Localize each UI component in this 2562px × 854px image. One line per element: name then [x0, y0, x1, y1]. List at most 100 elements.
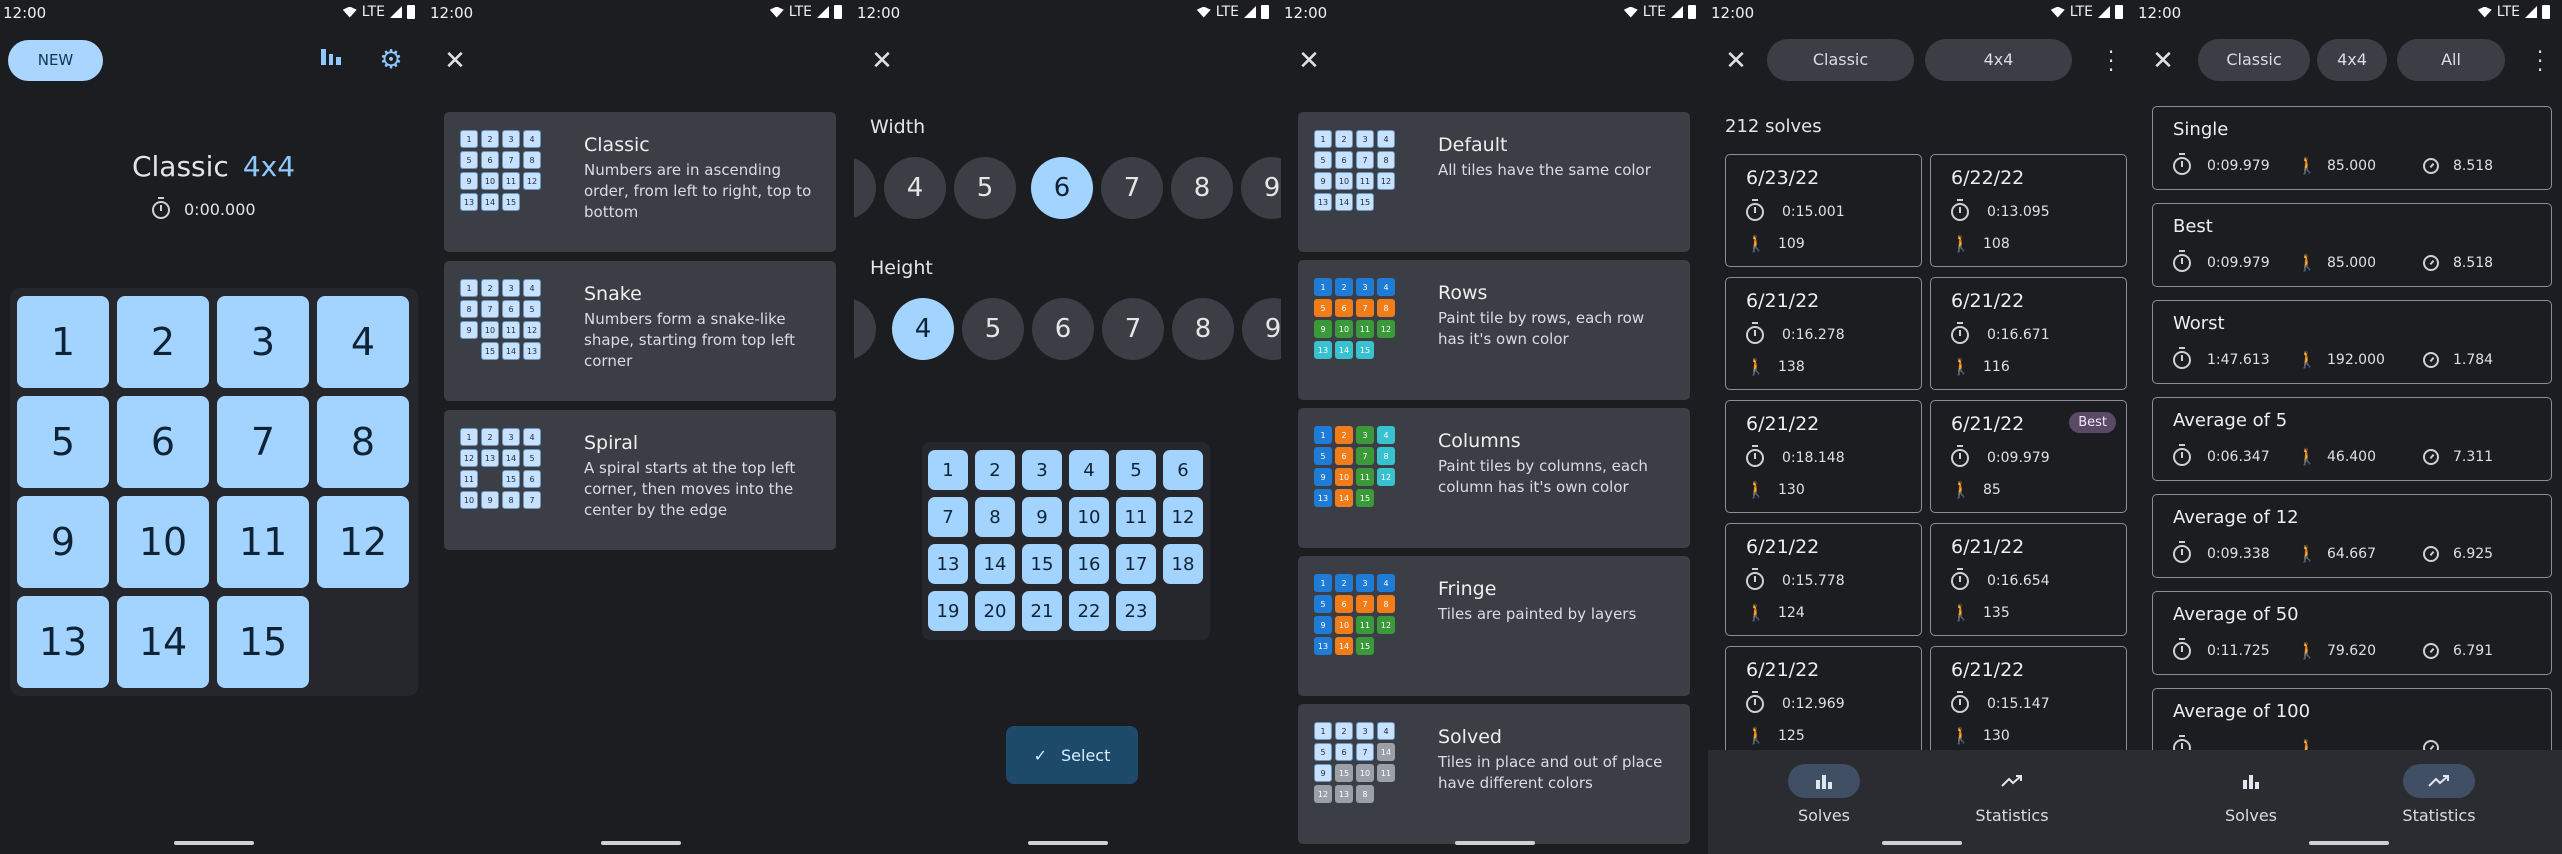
- tile[interactable]: 11: [217, 496, 309, 588]
- solve-card[interactable]: 6/22/22 0:13.095 🚶 108: [1930, 154, 2127, 267]
- stopwatch-icon: [1951, 322, 1969, 344]
- preview-tile: 6: [1163, 450, 1203, 490]
- width-option[interactable]: 9: [1241, 157, 1281, 219]
- mode-description: A spiral starts at the top left corner, …: [584, 459, 796, 519]
- width-option[interactable]: 8: [1171, 157, 1233, 219]
- solve-card[interactable]: 6/21/22 0:16.654 🚶 135: [1930, 523, 2127, 636]
- close-icon[interactable]: ✕: [1295, 48, 1323, 76]
- more-options-icon[interactable]: · · ·: [2535, 42, 2545, 80]
- tile[interactable]: 8: [317, 396, 409, 488]
- signal-icon: [817, 6, 829, 18]
- nav-statistics[interactable]: Statistics: [2379, 764, 2499, 825]
- nav-solves[interactable]: Solves: [1764, 764, 1884, 825]
- stat-card: Average of 50 0:11.725 🚶 79.620 6.791: [2152, 591, 2552, 675]
- tile[interactable]: 6: [117, 396, 209, 488]
- tile[interactable]: 15: [217, 596, 309, 688]
- mode-card-spiral[interactable]: 1 2 3 4 12 13 14 5 11 15 6 10 9 8 7 Spiral A spiral st…: [444, 410, 836, 550]
- height-option[interactable]: 8: [1172, 298, 1234, 360]
- walking-icon: 🚶: [1951, 603, 1971, 622]
- scheme-name: Solved: [1438, 726, 1502, 748]
- solves-screen: 12:00 LTE ✕ Classic 4x4 · · · 212 solves 6…: [1708, 0, 2135, 854]
- tile[interactable]: 3: [217, 296, 309, 388]
- mode-card-classic[interactable]: 1 2 3 4 5 6 7 8 9 10 11 12 13 14 15 Classic Numbers ar…: [444, 112, 836, 252]
- solve-moves-row: 🚶 109: [1746, 235, 1805, 253]
- width-option[interactable]: 5: [954, 157, 1016, 219]
- mode-name: Spiral: [584, 432, 639, 454]
- close-icon[interactable]: ✕: [441, 48, 469, 76]
- color-scheme-card-rows[interactable]: 1 2 3 4 5 6 7 8 9 10 11 12 13 14 15 Rows Paint tile by r…: [1298, 260, 1690, 400]
- solve-card[interactable]: 6/23/22 0:15.001 🚶 109: [1725, 154, 1922, 267]
- width-option[interactable]: 4: [884, 157, 946, 219]
- solve-card[interactable]: 6/21/22 0:12.969 🚶 125: [1725, 646, 1922, 759]
- nav-statistics-label: Statistics: [1975, 806, 2049, 825]
- range-filter-chip[interactable]: All: [2397, 39, 2505, 81]
- color-scheme-card-default[interactable]: 1 2 3 4 5 6 7 8 9 10 11 12 13 14 15 Default All tiles ha…: [1298, 112, 1690, 252]
- walking-icon: 🚶: [2297, 350, 2317, 369]
- tile[interactable]: 10: [117, 496, 209, 588]
- solve-moves-row: 🚶 116: [1951, 358, 2010, 376]
- mode-filter-chip[interactable]: Classic: [2198, 39, 2310, 81]
- solve-time-row: 0:16.278: [1746, 322, 1845, 344]
- walking-icon: 🚶: [2297, 447, 2317, 466]
- stat-moves: 192.000: [2327, 352, 2385, 368]
- height-option[interactable]: 7: [1102, 298, 1164, 360]
- tile[interactable]: 13: [17, 596, 109, 688]
- color-scheme-card-solved[interactable]: 1 2 3 4 5 6 7 14 9 15 10 11 12 13 8 Solved Tiles in plac…: [1298, 704, 1690, 844]
- solve-moves: 109: [1778, 236, 1805, 252]
- mode-filter-chip[interactable]: Classic: [1767, 39, 1914, 81]
- more-options-icon[interactable]: · · ·: [2106, 42, 2116, 80]
- height-option-selected[interactable]: 4: [892, 298, 954, 360]
- solve-card[interactable]: 6/21/22 0:16.278 🚶 138: [1725, 277, 1922, 390]
- solve-card[interactable]: 6/21/22 0:15.147 🚶 130: [1930, 646, 2127, 759]
- select-button[interactable]: ✓ Select: [1006, 726, 1138, 784]
- stopwatch-icon: [1746, 691, 1764, 713]
- size-filter-chip[interactable]: 4x4: [2317, 39, 2387, 81]
- stat-tps: 7.311: [2453, 449, 2494, 465]
- preview-tile: 1: [928, 450, 968, 490]
- wifi-icon: [342, 6, 357, 18]
- solve-date: 6/22/22: [1951, 167, 2025, 189]
- speed-gauge-icon: [2423, 643, 2439, 659]
- close-icon[interactable]: ✕: [1722, 48, 1750, 76]
- height-option[interactable]: 5: [962, 298, 1024, 360]
- tile[interactable]: 2: [117, 296, 209, 388]
- size-filter-chip[interactable]: 4x4: [1925, 39, 2072, 81]
- solve-card[interactable]: 6/21/22 Best 0:09.979 🚶 85: [1930, 400, 2127, 513]
- nav-solves[interactable]: Solves: [2191, 764, 2311, 825]
- tile[interactable]: 5: [17, 396, 109, 488]
- mode-name: Snake: [584, 283, 642, 305]
- new-game-button[interactable]: NEW: [8, 40, 103, 81]
- width-option[interactable]: 7: [1101, 157, 1163, 219]
- tile[interactable]: 7: [217, 396, 309, 488]
- statistics-button[interactable]: [317, 46, 345, 74]
- tile[interactable]: 12: [317, 496, 409, 588]
- solve-card[interactable]: 6/21/22 0:18.148 🚶 130: [1725, 400, 1922, 513]
- height-option[interactable]: 9: [1242, 298, 1281, 360]
- tile[interactable]: 9: [17, 496, 109, 588]
- height-option[interactable]: 3: [854, 298, 876, 360]
- close-icon[interactable]: ✕: [2149, 48, 2177, 76]
- status-time: 12:00: [1284, 4, 1328, 22]
- height-label: Height: [870, 257, 933, 279]
- solve-card[interactable]: 6/21/22 0:15.778 🚶 124: [1725, 523, 1922, 636]
- width-option-selected[interactable]: 6: [1031, 157, 1093, 219]
- solve-time: 0:15.147: [1987, 696, 2050, 712]
- tile[interactable]: 4: [317, 296, 409, 388]
- color-scheme-card-fringe[interactable]: 1 2 3 4 5 6 7 8 9 10 11 12 13 14 15 Fringe Tiles are pai…: [1298, 556, 1690, 696]
- nav-solves-label: Solves: [2224, 806, 2278, 825]
- height-option[interactable]: 6: [1032, 298, 1094, 360]
- settings-button[interactable]: ⚙: [377, 46, 405, 74]
- nav-statistics[interactable]: Statistics: [1952, 764, 2072, 825]
- color-scheme-card-columns[interactable]: 1 2 3 4 5 6 7 8 9 10 11 12 13 14 15 Columns Paint tiles …: [1298, 408, 1690, 548]
- tile[interactable]: 1: [17, 296, 109, 388]
- preview-tile: 2: [975, 450, 1015, 490]
- solve-card[interactable]: 6/21/22 0:16.671 🚶 116: [1930, 277, 2127, 390]
- status-time: 12:00: [430, 4, 474, 22]
- tile[interactable]: 14: [117, 596, 209, 688]
- gesture-bar: [2308, 841, 2389, 845]
- close-icon[interactable]: ✕: [868, 48, 896, 76]
- width-option[interactable]: 3: [854, 157, 876, 219]
- wifi-icon: [2050, 6, 2065, 18]
- solve-date: 6/21/22: [1951, 290, 2025, 312]
- mode-card-snake[interactable]: 1 2 3 4 8 7 6 5 9 10 11 12 15 14 13 Snake Numbers form…: [444, 261, 836, 401]
